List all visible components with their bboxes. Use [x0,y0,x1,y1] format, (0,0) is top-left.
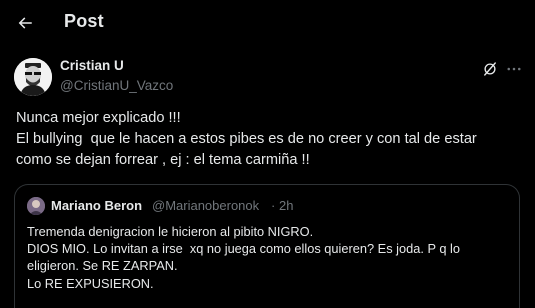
author-display-name[interactable]: Cristian U [60,58,124,73]
page-title: Post [64,11,104,31]
post-body: Nunca mejor explicado !!! El bullying qu… [16,108,521,171]
avatar-image [14,58,52,96]
quote-text-line: DIOS MIO. Lo invitan a irse xq no juega … [27,241,460,257]
avatar[interactable] [14,58,52,96]
post-text-line: Nunca mejor explicado !!! [16,110,181,126]
quote-text-line: Lo RE EXPUSIERON. [27,275,154,291]
more-horizontal-icon[interactable] [505,60,523,78]
quote-author-name[interactable]: Mariano Beron [51,198,142,213]
quote-separator: · [271,198,276,213]
grok-icon[interactable] [481,60,499,78]
author-handle[interactable]: @CristianU_Vazco [60,78,173,93]
quoted-post[interactable]: Mariano Beron @Marianoberonok · 2h Treme… [14,184,520,308]
arrow-left-icon[interactable] [16,14,34,32]
quote-timestamp[interactable]: 2h [279,198,293,213]
quote-text-line: eligieron. Se RE ZARPAN. [27,258,178,274]
quote-text-line: Tremenda denigracion le hicieron al pibi… [27,224,314,239]
quote-body: Tremenda denigracion le hicieron al pibi… [27,223,511,292]
quote-author-handle[interactable]: @Marianoberonok [152,198,259,213]
post-author-row: Cristian U @CristianU_Vazco [0,52,535,100]
quote-avatar-image [27,197,45,215]
quote-avatar[interactable] [27,197,45,215]
post-text-line: como se dejan forrear , ej : el tema car… [16,152,310,168]
top-bar: Post [0,0,535,46]
post-text-line: El bullying que le hacen a estos pibes e… [16,131,477,147]
